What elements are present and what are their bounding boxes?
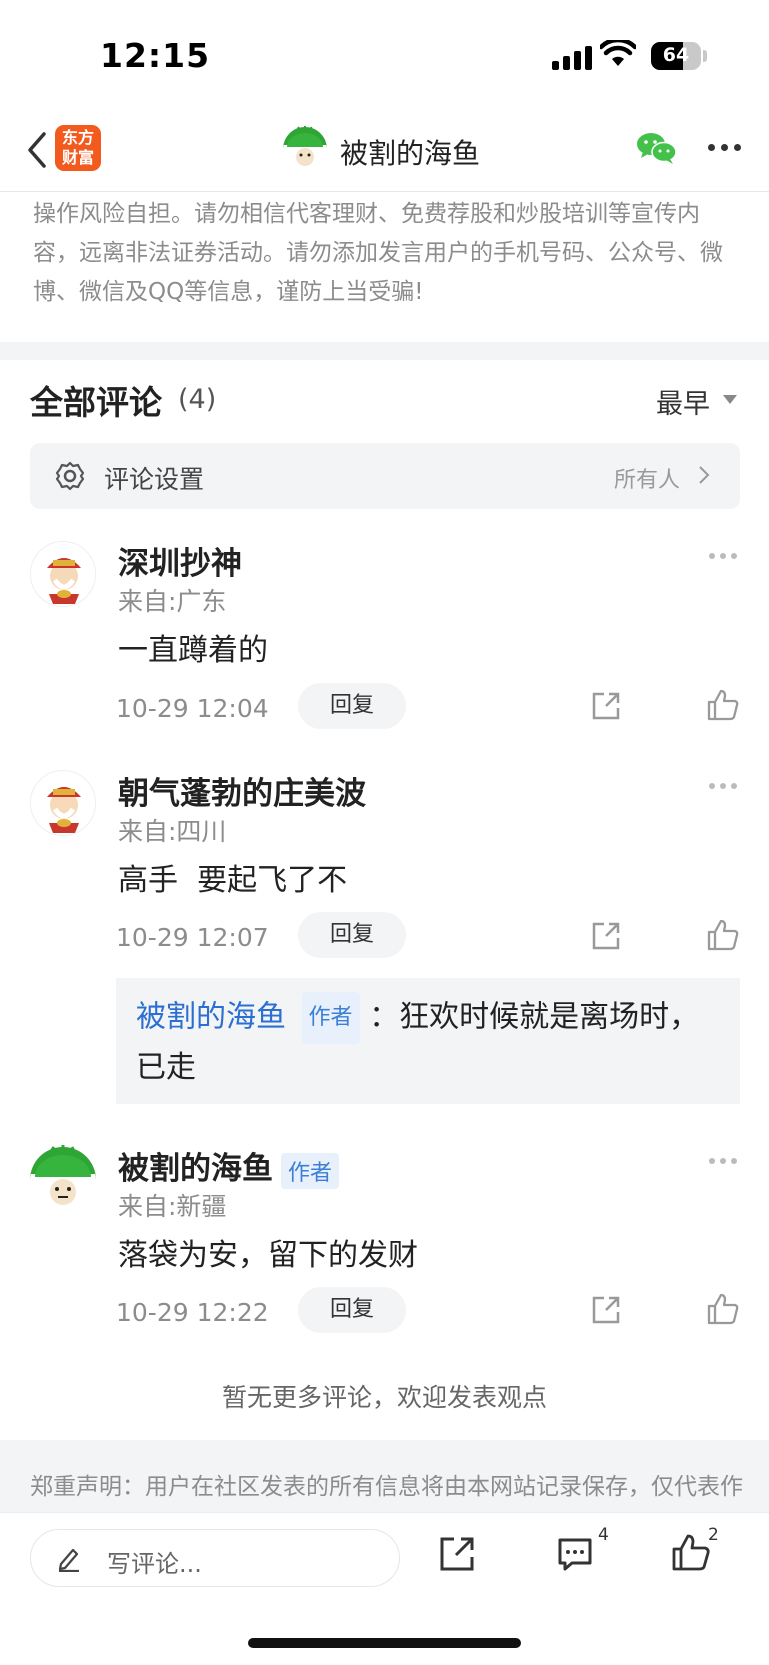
reply-button[interactable]: 回复	[298, 912, 406, 958]
avatar[interactable]	[30, 770, 96, 836]
write-comment-input[interactable]: 写评论...	[30, 1529, 400, 1587]
battery-percentage: 64	[662, 44, 690, 66]
like-count-badge: 2	[708, 1525, 719, 1545]
disclaimer-text: 郑重声明：用户在社区发表的所有信息将由本网站记录保存，仅代表作者个人观点，与本网…	[30, 1474, 743, 1500]
sort-dropdown[interactable]: 最早	[656, 382, 710, 421]
nested-reply-author[interactable]: 被割的海鱼	[136, 1000, 286, 1035]
comment-location: 来自:广东	[118, 587, 227, 616]
battery-cap	[703, 50, 707, 62]
thumbs-up-icon[interactable]	[706, 1292, 740, 1326]
reply-button[interactable]: 回复	[298, 1287, 406, 1333]
wifi-icon	[600, 40, 636, 66]
pen-icon	[58, 1548, 79, 1572]
comment-author-name: 被割的海鱼 作者	[118, 1143, 340, 1189]
cellular-signal-icon	[552, 46, 592, 70]
battery-icon: 64	[651, 42, 701, 70]
comment-more-icon[interactable]	[709, 553, 737, 559]
back-arrow-icon[interactable]	[18, 128, 58, 172]
status-time: 12:15	[100, 36, 211, 75]
write-comment-placeholder: 写评论...	[107, 1550, 202, 1578]
comments-count: (4)	[178, 384, 217, 415]
disclaimer-section: 郑重声明：用户在社区发表的所有信息将由本网站记录保存，仅代表作者个人观点，与本网…	[0, 1440, 769, 1512]
share-icon[interactable]	[438, 1535, 476, 1573]
caret-down-icon[interactable]	[723, 395, 737, 404]
app-logo-line2: 财富	[61, 148, 94, 167]
comment-time: 10-29 12:22	[116, 1298, 269, 1327]
no-more-comments: 暂无更多评论，欢迎发表观点	[221, 1383, 547, 1412]
comment-author-link[interactable]: 被割的海鱼	[118, 1151, 273, 1187]
comment-settings-bar[interactable]: 评论设置 所有人	[30, 443, 740, 509]
comments-header: 全部评论 (4) 最早	[30, 376, 740, 422]
comment-more-icon[interactable]	[709, 783, 737, 789]
chevron-right-icon	[699, 466, 710, 484]
avatar[interactable]	[30, 1144, 96, 1210]
comment-time: 10-29 12:07	[116, 923, 269, 952]
nested-reply[interactable]: 被割的海鱼 作者 ：狂欢时候就是离场时，已走	[116, 978, 740, 1104]
comment-text: 一直蹲着的	[118, 633, 268, 668]
author-avatar[interactable]	[283, 125, 327, 169]
bottom-action-bar: 写评论... 4 2	[0, 1512, 769, 1612]
comment-location: 来自:新疆	[118, 1192, 227, 1221]
comments-title: 全部评论	[30, 383, 162, 422]
comment-more-icon[interactable]	[709, 1158, 737, 1164]
share-icon[interactable]	[590, 920, 622, 952]
reply-button[interactable]: 回复	[298, 683, 406, 729]
thumbs-up-icon[interactable]	[671, 1533, 711, 1573]
share-icon[interactable]	[590, 690, 622, 722]
settings-value: 所有人	[613, 468, 680, 493]
nav-bar: 东方 财富 被割的海鱼	[0, 110, 769, 192]
app-logo-line1: 东方	[61, 128, 94, 147]
share-icon[interactable]	[590, 1294, 622, 1326]
comment-count-badge: 4	[598, 1525, 609, 1545]
gear-icon	[55, 461, 85, 491]
settings-label: 评论设置	[104, 465, 205, 494]
app-logo[interactable]: 东方 财富	[55, 125, 101, 171]
comment-icon[interactable]	[556, 1535, 594, 1573]
thumbs-up-icon[interactable]	[706, 688, 740, 722]
status-bar: 12:15 64	[0, 0, 769, 110]
risk-notice: 操作风险自担。请勿相信代客理财、免费荐股和炒股培训等宣传内容，远离非法证券活动。…	[33, 201, 723, 305]
nav-title: 被割的海鱼	[340, 137, 481, 170]
comment-text: 高手 要起飞了不	[118, 863, 348, 898]
comment-text: 落袋为安，留下的发财	[118, 1238, 418, 1273]
section-divider	[0, 342, 769, 360]
comment-author-name[interactable]: 朝气蓬勃的庄美波	[118, 768, 366, 813]
wechat-icon[interactable]	[636, 130, 678, 166]
comment-author-name[interactable]: 深圳抄神	[118, 538, 242, 583]
author-tag: 作者	[281, 1152, 340, 1189]
avatar[interactable]	[30, 541, 96, 607]
author-tag: 作者	[301, 992, 360, 1044]
thumbs-up-icon[interactable]	[706, 918, 740, 952]
home-indicator	[248, 1638, 521, 1648]
more-options-icon[interactable]	[708, 144, 741, 151]
comment-time: 10-29 12:04	[116, 694, 269, 723]
comment-location: 来自:四川	[118, 817, 227, 846]
nested-reply-line: 被割的海鱼 作者 ：狂欢时候就是离场时，已走	[136, 992, 726, 1092]
